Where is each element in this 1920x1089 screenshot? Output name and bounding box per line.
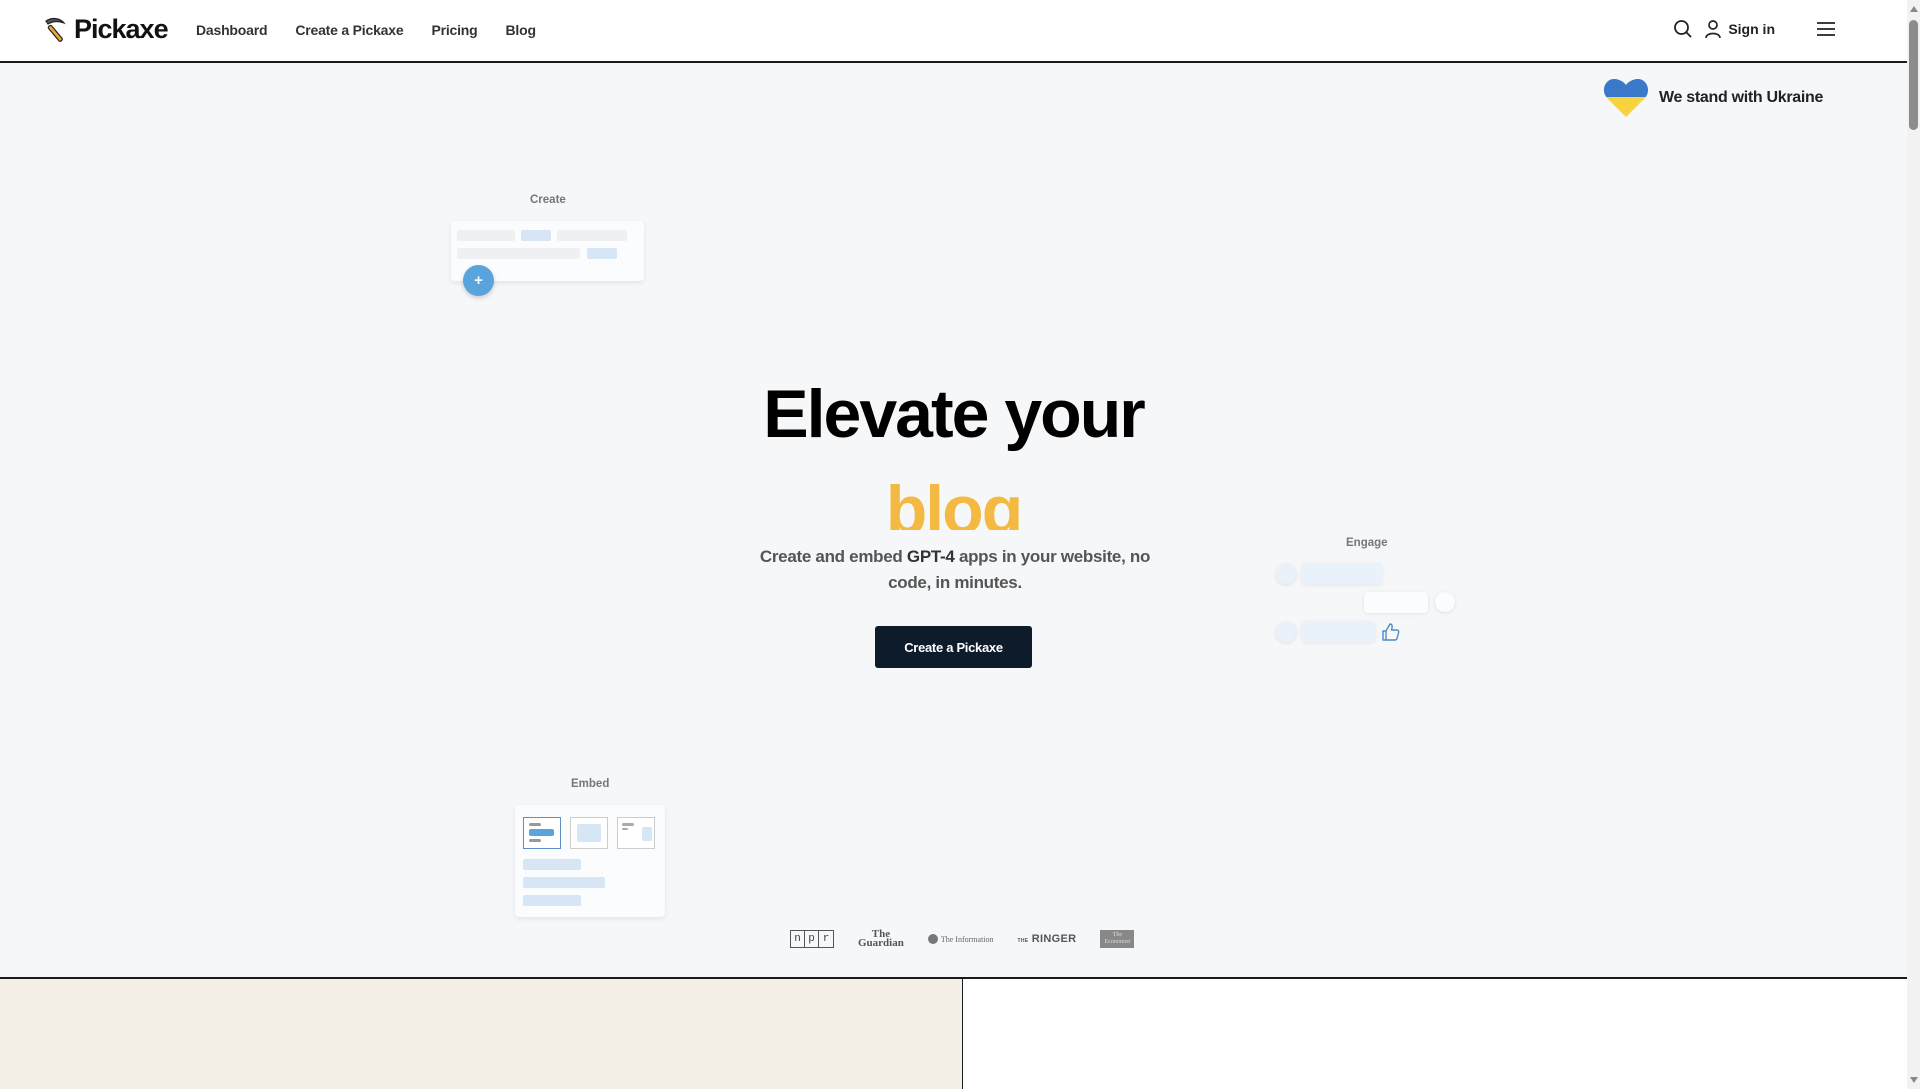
- pickaxe-icon: [45, 17, 66, 42]
- nav-blog[interactable]: Blog: [506, 22, 537, 38]
- guardian-logo-line: Guardian: [858, 937, 904, 949]
- placeholder-bar: [622, 823, 634, 826]
- chat-bubble: [1302, 563, 1382, 584]
- placeholder-bar: [523, 859, 581, 870]
- scroll-thumb[interactable]: [1909, 20, 1918, 130]
- avatar-dot: [1276, 622, 1296, 642]
- information-circle-icon: [927, 934, 938, 944]
- press-logos: n p r The Guardian The Information THE R…: [790, 929, 1135, 949]
- create-feature-label: Create: [530, 194, 566, 206]
- ringer-text: RINGER: [1031, 933, 1077, 945]
- user-icon[interactable]: [1702, 18, 1724, 40]
- plus-icon: +: [463, 265, 494, 296]
- rotating-word-outgoing: ​: [788, 450, 1128, 458]
- placeholder-bar: [523, 895, 581, 906]
- chat-bubble: [1302, 621, 1375, 642]
- hamburger-menu-icon[interactable]: [1815, 18, 1837, 40]
- main-nav: Dashboard Create a Pickaxe Pricing Blog: [196, 22, 536, 38]
- heart-icon: [1603, 78, 1649, 118]
- chat-bubble: [1364, 592, 1428, 613]
- next-section: [0, 977, 1907, 1089]
- npr-letter: r: [822, 933, 830, 945]
- next-section-left-panel: [0, 979, 963, 1089]
- search-icon[interactable]: [1672, 18, 1694, 40]
- placeholder-bar: [529, 823, 541, 826]
- nav-pricing[interactable]: Pricing: [431, 22, 477, 38]
- placeholder-bar: [577, 824, 601, 842]
- nav-create-pickaxe[interactable]: Create a Pickaxe: [295, 22, 403, 38]
- npr-letter: p: [805, 931, 819, 947]
- embed-feature-label: Embed: [571, 778, 610, 790]
- placeholder-bar: [622, 828, 628, 830]
- subtitle-text: Create and embed: [759, 547, 907, 566]
- economist-logo-line: Economist: [1104, 939, 1131, 945]
- economist-logo: The Economist: [1100, 930, 1135, 948]
- npr-letter: n: [791, 931, 805, 947]
- economist-logo-line: The: [1112, 932, 1123, 938]
- page-scrollbar[interactable]: [1907, 0, 1920, 1089]
- next-section-right-panel: [963, 979, 1907, 1089]
- hero-subtitle: Create and embed GPT-4 apps in your webs…: [745, 544, 1165, 596]
- placeholder-bar: [523, 877, 605, 888]
- create-pickaxe-button[interactable]: Create a Pickaxe: [875, 626, 1032, 668]
- placeholder-bar: [529, 839, 541, 842]
- scroll-up-arrow-icon[interactable]: [1910, 6, 1918, 12]
- header-actions: Sign in: [1672, 18, 1837, 40]
- placeholder-bar: [642, 827, 652, 841]
- placeholder-bar: [587, 248, 617, 259]
- avatar-dot: [1276, 564, 1296, 584]
- brand-name: Pickaxe: [74, 14, 169, 44]
- placeholder-bar: [557, 230, 627, 241]
- placeholder-bar: [521, 230, 551, 241]
- thumbs-up-icon: [1382, 623, 1400, 641]
- ukraine-banner[interactable]: We stand with Ukraine: [1603, 78, 1823, 118]
- embed-option-popup: [617, 817, 655, 849]
- embed-option-fullpage: [570, 817, 608, 849]
- sign-in-link[interactable]: Sign in: [1728, 21, 1775, 37]
- placeholder-bar: [457, 248, 580, 259]
- embed-option-inline: [523, 817, 561, 849]
- the-information-logo: The Information: [927, 934, 994, 944]
- avatar-dot: [1435, 592, 1455, 612]
- the-ringer-logo: THE RINGER: [1018, 933, 1077, 945]
- placeholder-bar: [529, 829, 554, 836]
- scroll-down-arrow-icon[interactable]: [1910, 1077, 1918, 1083]
- guardian-logo: The Guardian: [858, 929, 904, 949]
- subtitle-highlight: GPT-4: [906, 547, 955, 566]
- npr-logo: n p r: [790, 930, 834, 948]
- information-logo-text: The Information: [940, 934, 994, 944]
- hero-title: Elevate your: [763, 376, 1145, 452]
- brand-logo[interactable]: Pickaxe: [40, 14, 169, 45]
- ringer-prefix: THE: [1017, 938, 1029, 944]
- hero-rotating-word: blog: [885, 472, 1024, 530]
- site-header: Pickaxe Dashboard Create a Pickaxe Prici…: [0, 0, 1907, 63]
- embed-feature-card: [515, 805, 665, 917]
- nav-dashboard[interactable]: Dashboard: [196, 22, 268, 38]
- placeholder-bar: [457, 230, 515, 241]
- ukraine-text: We stand with Ukraine: [1659, 89, 1824, 106]
- engage-feature-label: Engage: [1346, 537, 1388, 549]
